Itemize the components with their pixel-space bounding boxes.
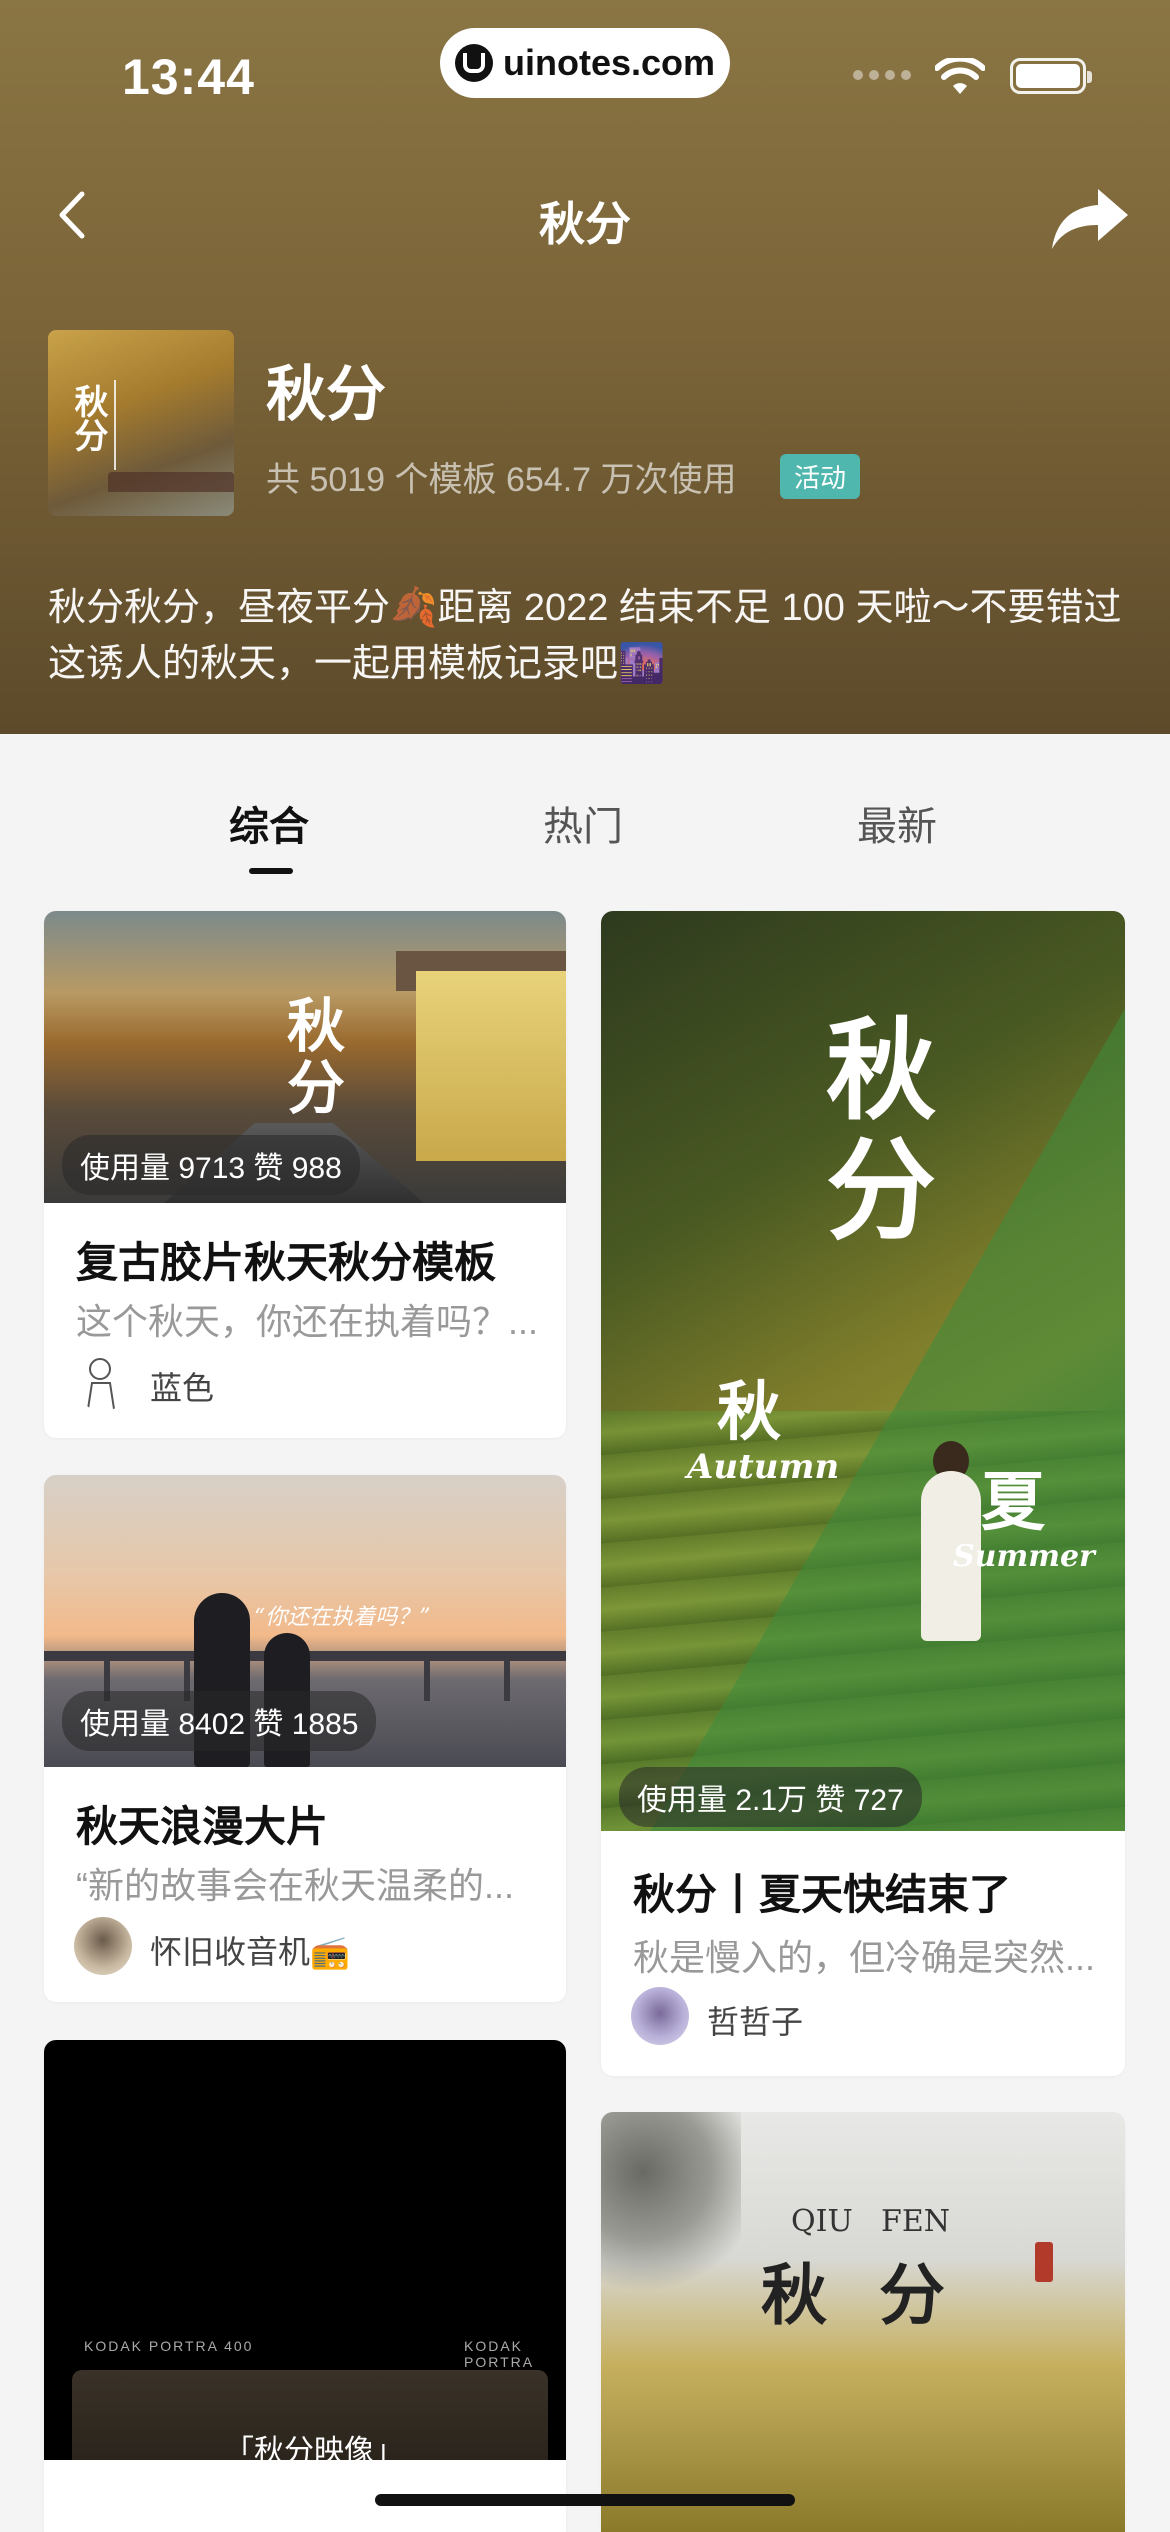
topic-header: 13:44 uinotes.com 秋分 秋分 秋分 共 5019 个模板 65…	[0, 0, 1170, 734]
card-title: 秋天浪漫大片	[76, 1803, 329, 1850]
author-name[interactable]: 哲哲子	[707, 1997, 803, 2043]
activity-badge: 活动	[780, 454, 861, 499]
author-avatar[interactable]	[74, 1353, 132, 1411]
overlay-fen-cn: 分	[879, 2256, 945, 2334]
overlay-autumn-en: Autumn	[687, 1447, 840, 1487]
template-thumbnail: KODAK PORTRA 400 KODAK PORTRA 400 「秋分映像」	[44, 2040, 566, 2460]
wifi-icon	[935, 58, 985, 94]
usage-stats: 使用量 9713 赞 988	[62, 1135, 360, 1195]
thumbnail-overlay-title: 秋分	[826, 1006, 936, 1255]
thumbnail-overlay-text: “你还在执着吗？”	[254, 1605, 431, 1630]
topic-cover-image: 秋分	[48, 330, 234, 516]
author-name[interactable]: 怀旧收音机📻	[150, 1927, 350, 1973]
topic-description: 秋分秋分，昼夜平分🍂距离 2022 结束不足 100 天啦～不要错过这诱人的秋天…	[48, 587, 1122, 685]
card-description: 秋是慢入的，但冷确是突然...	[633, 1937, 1096, 1978]
template-card[interactable]: 秋分 秋 Autumn 夏 Summer 使用量 2.1万 赞 727 秋分丨夏…	[601, 911, 1125, 2076]
topic-name: 秋分	[266, 361, 386, 428]
template-card[interactable]: 秋分 使用量 9713 赞 988 复古胶片秋天秋分模板 这个秋天，你还在执着吗…	[44, 911, 566, 1438]
url-pill[interactable]: uinotes.com	[440, 28, 730, 98]
thumbnail-overlay-text: 「秋分映像」	[224, 2434, 404, 2460]
card-description: “新的故事会在秋天温柔的...	[76, 1865, 514, 1906]
card-title: 秋分丨夏天快结束了	[633, 1871, 1012, 1918]
url-text: uinotes.com	[502, 42, 716, 83]
overlay-qiu-cn: 秋	[761, 2256, 827, 2334]
active-tab-indicator	[249, 868, 293, 874]
film-label: KODAK PORTRA 400	[84, 2338, 254, 2354]
cellular-signal-icon	[853, 70, 911, 80]
tab-bar: 综合 热门 最新	[0, 734, 1170, 894]
home-indicator	[375, 2494, 795, 2506]
tab-popular[interactable]: 热门	[543, 794, 623, 852]
author-avatar[interactable]	[631, 1987, 689, 2045]
site-logo-icon	[454, 44, 493, 82]
overlay-summer-en: Summer	[953, 1539, 1095, 1574]
battery-icon	[1010, 58, 1092, 94]
card-description: 这个秋天，你还在执着吗？...	[76, 1301, 539, 1342]
overlay-qiu-en: QIU	[791, 2204, 853, 2239]
template-thumbnail: 秋分 使用量 9713 赞 988	[44, 911, 566, 1203]
nav-title: 秋分	[539, 198, 631, 250]
tab-comprehensive[interactable]: 综合	[229, 794, 309, 852]
overlay-summer-cn: 夏	[981, 1465, 1045, 1540]
card-title: 复古胶片秋天秋分模板	[76, 1239, 497, 1286]
overlay-autumn-cn: 秋	[717, 1375, 781, 1450]
topic-stats: 共 5019 个模板 654.7 万次使用	[266, 461, 737, 499]
author-name[interactable]: 蓝色	[150, 1363, 214, 1409]
usage-stats: 使用量 2.1万 赞 727	[619, 1767, 922, 1827]
template-thumbnail: “你还在执着吗？” 使用量 8402 赞 1885	[44, 1475, 566, 1767]
tab-latest[interactable]: 最新	[857, 794, 937, 852]
overlay-fen-en: FEN	[881, 2204, 950, 2239]
template-card[interactable]: “你还在执着吗？” 使用量 8402 赞 1885 秋天浪漫大片 “新的故事会在…	[44, 1475, 566, 2002]
author-avatar[interactable]	[74, 1917, 132, 1975]
usage-stats: 使用量 8402 赞 1885	[62, 1691, 377, 1751]
thumbnail-overlay-title: 秋分	[286, 992, 345, 1122]
template-thumbnail: QIU FEN 秋 分	[601, 2112, 1125, 2532]
template-card[interactable]: KODAK PORTRA 400 KODAK PORTRA 400 「秋分映像」	[44, 2040, 566, 2532]
cover-title: 秋分	[68, 384, 108, 452]
template-thumbnail: 秋分 秋 Autumn 夏 Summer 使用量 2.1万 赞 727	[601, 911, 1125, 1831]
seal-stamp	[1035, 2242, 1053, 2282]
template-card[interactable]: QIU FEN 秋 分	[601, 2112, 1125, 2532]
share-icon[interactable]	[1050, 185, 1130, 251]
status-time: 13:44	[122, 49, 255, 105]
